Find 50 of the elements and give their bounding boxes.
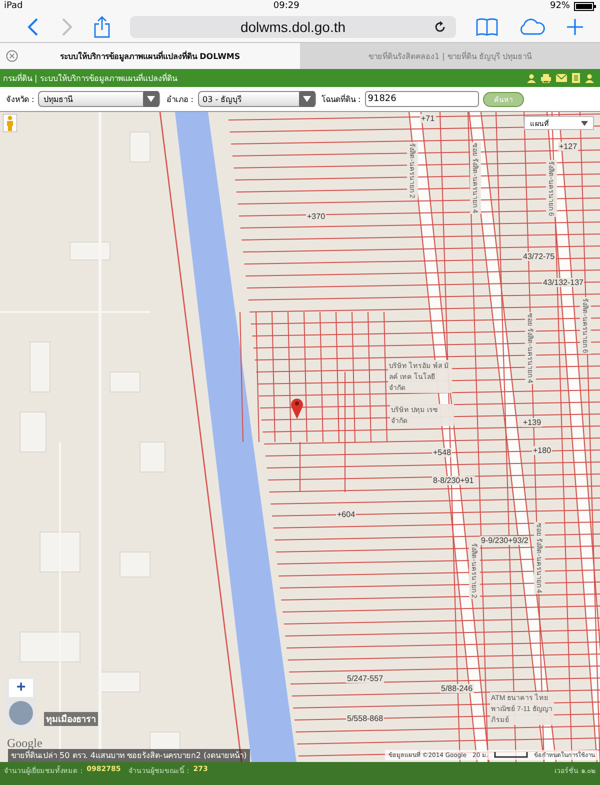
parcel-number: +370 xyxy=(306,212,326,221)
street-view-thumbnail[interactable] xyxy=(9,701,33,725)
forward-icon[interactable] xyxy=(60,17,74,37)
street-view-label: ทุมเมืองธารา xyxy=(44,712,98,726)
pegman-icon[interactable] xyxy=(3,114,17,132)
deed-number-field[interactable]: 91826 xyxy=(364,91,479,107)
field-label: จังหวัด : xyxy=(6,94,34,106)
parcel-number: +71 xyxy=(420,114,436,123)
close-icon[interactable] xyxy=(6,50,18,62)
caret-icon xyxy=(581,120,588,126)
parcel-number: +139 xyxy=(522,418,542,427)
user-icon[interactable] xyxy=(527,74,536,82)
plus-icon[interactable] xyxy=(566,18,584,36)
parcel-number: +548 xyxy=(432,448,452,457)
address-field[interactable]: dolwms.dol.go.th xyxy=(130,16,456,38)
parcel-number: +604 xyxy=(336,510,356,519)
url-text: dolwms.dol.go.th xyxy=(240,19,346,35)
parcel-number: 5/247-557 xyxy=(346,674,384,683)
parcel-number: +180 xyxy=(532,446,552,455)
listing-caption: ขายที่ดินเปล่า 50 ตรว. 4แสนบาท ซอยรังสิต-นครบายก2 (งดนายหน้า) xyxy=(8,749,250,762)
parcel-number: 5/88-246 xyxy=(440,684,474,693)
parcel-number: +127 xyxy=(558,142,578,151)
clock-time: 09:29 xyxy=(273,1,300,11)
mail-icon[interactable] xyxy=(556,74,567,82)
browser-tab[interactable]: ระบบให้บริการข้อมูลภาพแผนที่แปลงที่ดิน DOLWMS xyxy=(0,43,300,69)
field-label: โฉนดที่ดิน : xyxy=(322,93,361,106)
battery-percent: 92% xyxy=(550,1,570,11)
parcel-number: 43/72-75 xyxy=(522,252,556,261)
parcel-number: 5/558-868 xyxy=(346,714,384,723)
share-icon[interactable] xyxy=(94,16,110,38)
reload-icon[interactable] xyxy=(434,21,446,33)
site-title: กรมที่ดิน | ระบบให้บริการข้อมูลภาพแผนที่แปลงที่ดิน xyxy=(3,72,177,84)
map-logo: Google xyxy=(7,736,42,750)
document-icon[interactable] xyxy=(572,73,580,83)
dropdown-field[interactable]: 03 - ธัญบุรี xyxy=(198,91,316,107)
parcel-number: 8-8/230+91 xyxy=(432,476,475,485)
carrier-name: iPad xyxy=(4,1,23,11)
battery-icon xyxy=(574,2,596,10)
user-icon[interactable] xyxy=(585,74,594,82)
printer-icon[interactable] xyxy=(541,74,551,82)
book-icon[interactable] xyxy=(476,18,498,36)
field-label: อำเภอ : xyxy=(166,94,194,106)
back-icon[interactable] xyxy=(26,17,40,37)
parcel-number: 43/132-137 xyxy=(542,278,584,287)
dropdown-field[interactable]: ปทุมธานี xyxy=(38,91,160,107)
parcel-number: 9-9/230+93/2 xyxy=(480,536,530,545)
cloud-icon[interactable] xyxy=(518,18,546,36)
zoom-in-button[interactable]: + xyxy=(9,679,33,697)
map-pin-icon[interactable] xyxy=(290,397,304,419)
scale-bar-icon xyxy=(494,752,528,758)
